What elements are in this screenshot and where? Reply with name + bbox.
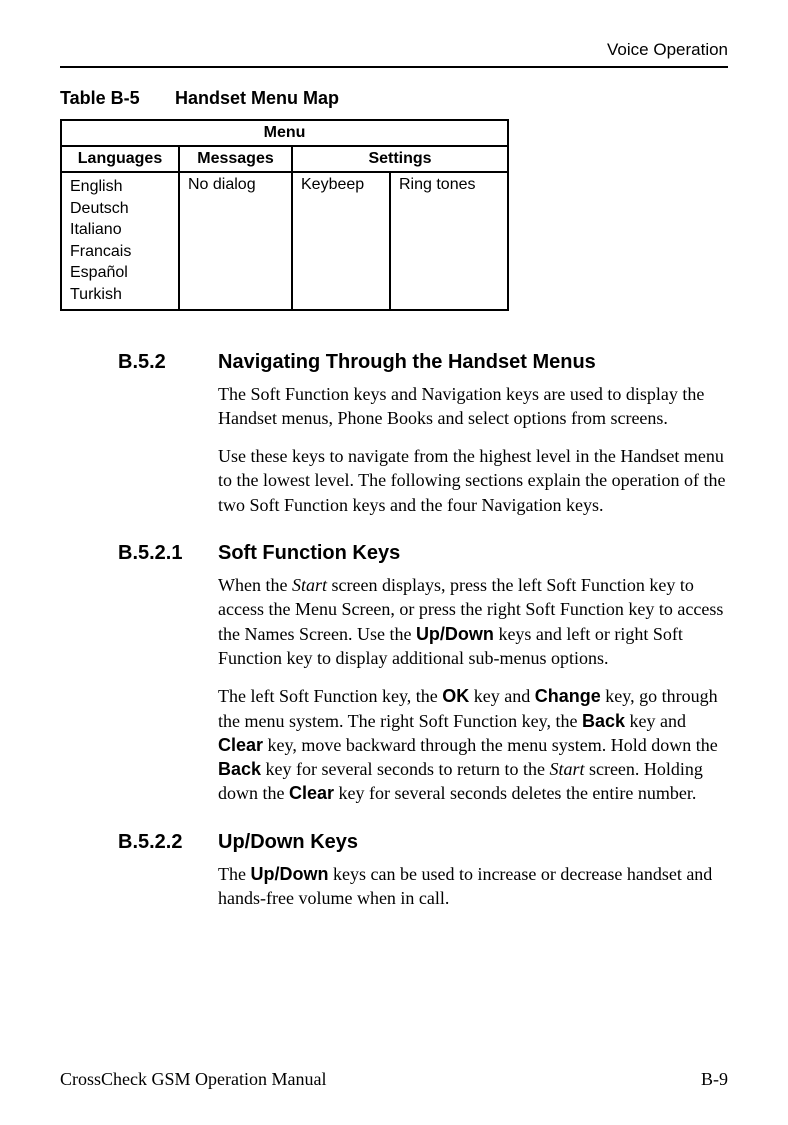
footer: CrossCheck GSM Operation Manual B-9 bbox=[60, 1069, 728, 1090]
menu-header-cell: Menu bbox=[61, 120, 508, 146]
paragraph: The Soft Function keys and Navigation ke… bbox=[218, 382, 728, 431]
section-title: Up/Down Keys bbox=[218, 831, 358, 854]
table-caption: Table B-5 Handset Menu Map bbox=[60, 88, 728, 109]
section-number: B.5.2 bbox=[118, 351, 218, 374]
lang-item: English bbox=[70, 176, 170, 198]
handset-menu-table: Menu Languages Messages Settings English… bbox=[60, 119, 509, 311]
messages-cell: No dialog bbox=[179, 172, 292, 310]
table-title: Handset Menu Map bbox=[175, 88, 339, 108]
languages-cell: English Deutsch Italiano Francais Españo… bbox=[61, 172, 179, 310]
paragraph: When the Start screen displays, press th… bbox=[218, 573, 728, 670]
paragraph: The Up/Down keys can be used to increase… bbox=[218, 862, 728, 911]
lang-item: Italiano bbox=[70, 219, 170, 241]
lang-item: Francais bbox=[70, 241, 170, 263]
settings-cell-2: Ring tones bbox=[390, 172, 508, 310]
table-number: Table B-5 bbox=[60, 88, 170, 109]
header-rule bbox=[60, 66, 728, 68]
page: Voice Operation Table B-5 Handset Menu M… bbox=[0, 0, 788, 1125]
lang-item: Deutsch bbox=[70, 198, 170, 220]
column-messages: Messages bbox=[179, 146, 292, 172]
footer-right: B-9 bbox=[701, 1069, 728, 1090]
section-b522: B.5.2.2 Up/Down Keys The Up/Down keys ca… bbox=[118, 831, 728, 911]
section-title: Soft Function Keys bbox=[218, 542, 400, 565]
lang-item: Español bbox=[70, 262, 170, 284]
column-settings: Settings bbox=[292, 146, 508, 172]
paragraph: Use these keys to navigate from the high… bbox=[218, 444, 728, 517]
running-header: Voice Operation bbox=[60, 40, 728, 60]
paragraph: The left Soft Function key, the OK key a… bbox=[218, 684, 728, 805]
footer-left: CrossCheck GSM Operation Manual bbox=[60, 1069, 326, 1090]
section-number: B.5.2.2 bbox=[118, 831, 218, 854]
section-number: B.5.2.1 bbox=[118, 542, 218, 565]
lang-item: Turkish bbox=[70, 284, 170, 306]
settings-cell-1: Keybeep bbox=[292, 172, 390, 310]
section-title: Navigating Through the Handset Menus bbox=[218, 351, 596, 374]
column-languages: Languages bbox=[61, 146, 179, 172]
section-b52: B.5.2 Navigating Through the Handset Men… bbox=[118, 351, 728, 517]
section-b521: B.5.2.1 Soft Function Keys When the Star… bbox=[118, 542, 728, 806]
